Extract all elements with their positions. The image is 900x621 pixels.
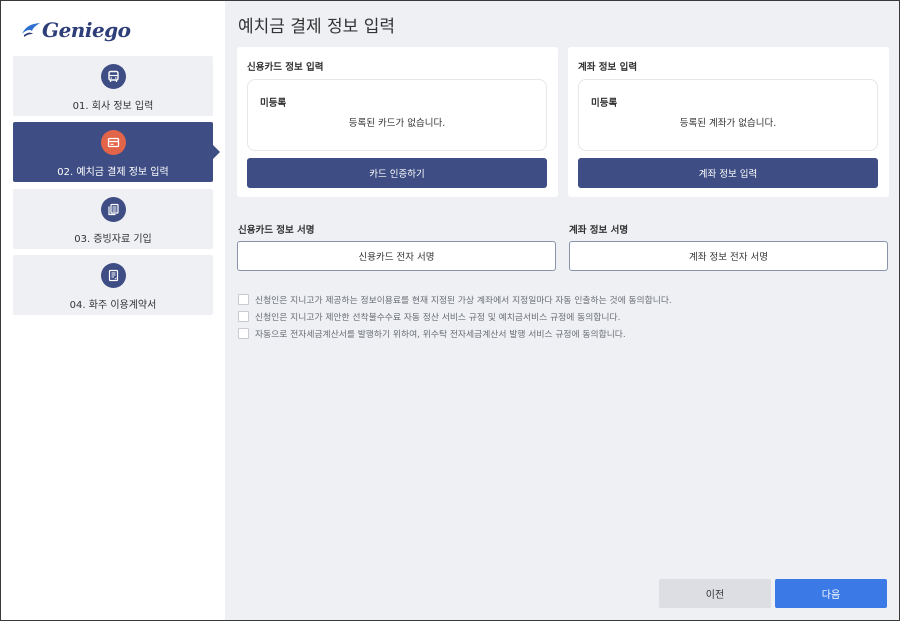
- step-label: 04. 화주 이용계약서: [69, 300, 157, 311]
- agreement-text: 신청인은 지니고가 제안한 선착불수수료 자동 정산 서비스 규정 및 예치금서…: [255, 312, 621, 323]
- prev-button[interactable]: 이전: [659, 579, 771, 608]
- logo: Geniego: [21, 15, 131, 45]
- step-label: 01. 회사 정보 입력: [72, 101, 154, 112]
- account-input-button[interactable]: 계좌 정보 입력: [578, 158, 878, 188]
- credit-sign-label: 신용카드 정보 서명: [238, 225, 315, 236]
- agreement-checkbox[interactable]: [238, 293, 249, 305]
- credit-card-status-box: 미등록 등록된 카드가 없습니다.: [247, 79, 547, 151]
- account-sign-label: 계좌 정보 서명: [569, 225, 629, 236]
- logo-bird-icon: [22, 23, 40, 37]
- card-verify-button[interactable]: 카드 인증하기: [247, 158, 547, 188]
- credit-card-message: 등록된 카드가 없습니다.: [348, 118, 446, 129]
- account-panel: 계좌 정보 입력 미등록 등록된 계좌가 없습니다. 계좌 정보 입력: [568, 47, 889, 197]
- credit-card-panel-title: 신용카드 정보 입력: [247, 62, 324, 73]
- logo-text: Geniego: [42, 18, 131, 42]
- credit-card-panel: 신용카드 정보 입력 미등록 등록된 카드가 없습니다. 카드 인증하기: [237, 47, 558, 197]
- main-content: 예치금 결제 정보 입력 신용카드 정보 입력 미등록 등록된 카드가 없습니다…: [225, 1, 899, 620]
- next-button[interactable]: 다음: [775, 579, 887, 608]
- agreement-checkbox[interactable]: [238, 310, 249, 322]
- step-company-info[interactable]: 01. 회사 정보 입력: [13, 56, 213, 116]
- documents-icon: [100, 197, 126, 222]
- agreement-row[interactable]: 자동으로 전자세금계산서를 발행하기 위하여, 위수탁 전자세금계산서 발행 서…: [238, 326, 626, 340]
- contract-icon: [100, 263, 126, 288]
- credit-card-status: 미등록: [260, 98, 287, 109]
- account-message: 등록된 계좌가 없습니다.: [679, 118, 777, 129]
- step-deposit-payment[interactable]: 02. 예치금 결제 정보 입력: [13, 122, 213, 182]
- step-evidence-documents[interactable]: 03. 증빙자료 기입: [13, 189, 213, 249]
- step-contract[interactable]: 04. 화주 이용계약서: [13, 255, 213, 315]
- page-title: 예치금 결제 정보 입력: [238, 17, 395, 37]
- bus-icon: [100, 64, 126, 89]
- account-status-box: 미등록 등록된 계좌가 없습니다.: [578, 79, 878, 151]
- agreement-text: 자동으로 전자세금계산서를 발행하기 위하여, 위수탁 전자세금계산서 발행 서…: [255, 329, 626, 340]
- agreement-checkbox[interactable]: [238, 327, 249, 339]
- agreement-text: 신청인은 지니고가 제공하는 정보이용료를 현재 지정된 가상 계좌에서 지정일…: [255, 295, 672, 306]
- account-e-sign-button[interactable]: 계좌 정보 전자 서명: [569, 241, 888, 271]
- agreement-row[interactable]: 신청인은 지니고가 제공하는 정보이용료를 현재 지정된 가상 계좌에서 지정일…: [238, 292, 672, 306]
- sidebar: Geniego 01. 회사 정보 입력 02. 예치금 결제 정보 입력 03…: [1, 1, 225, 620]
- step-label: 02. 예치금 결제 정보 입력: [57, 167, 169, 178]
- agreement-row[interactable]: 신청인은 지니고가 제안한 선착불수수료 자동 정산 서비스 규정 및 예치금서…: [238, 309, 620, 323]
- step-label: 03. 증빙자료 기입: [74, 234, 152, 245]
- credit-card-e-sign-button[interactable]: 신용카드 전자 서명: [237, 241, 556, 271]
- account-panel-title: 계좌 정보 입력: [578, 62, 638, 73]
- active-step-pointer: [213, 145, 220, 159]
- card-icon: [100, 130, 126, 155]
- account-status: 미등록: [591, 98, 618, 109]
